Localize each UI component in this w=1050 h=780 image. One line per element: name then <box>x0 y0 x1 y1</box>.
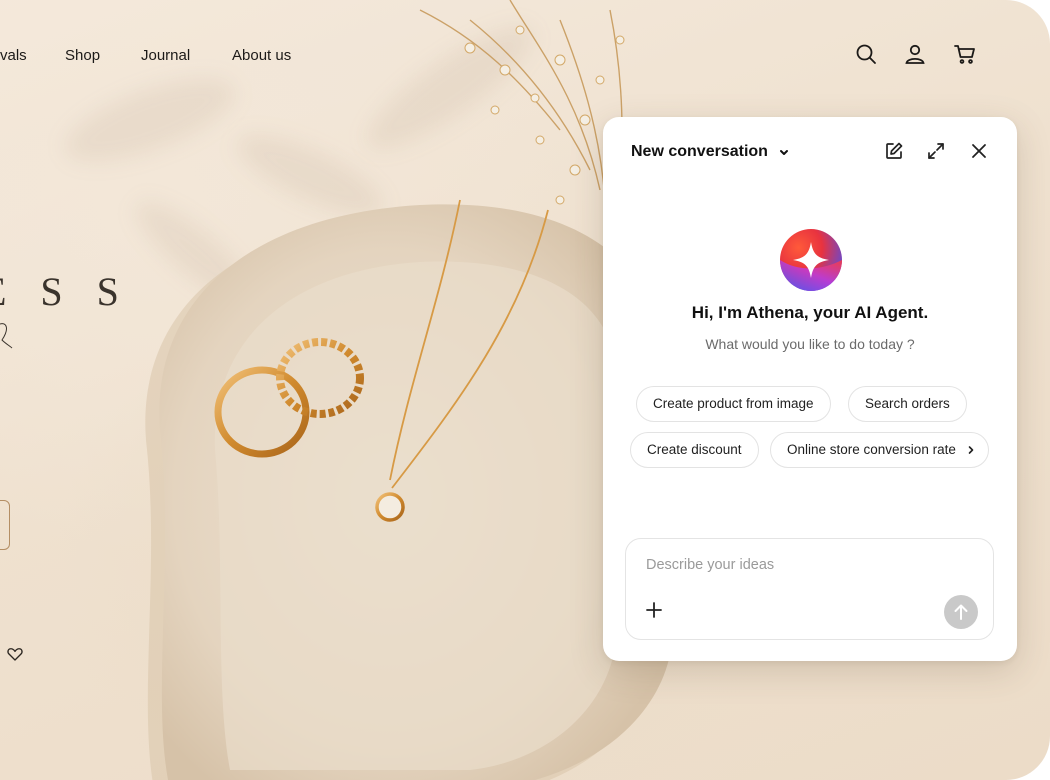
send-button[interactable] <box>944 595 978 629</box>
conversation-title[interactable]: New conversation <box>631 143 768 161</box>
close-icon[interactable] <box>969 141 989 161</box>
flower-buds <box>464 25 625 205</box>
prompt-input[interactable] <box>646 553 966 577</box>
suggestion-label: Create discount <box>647 442 742 457</box>
user-icon[interactable] <box>903 42 927 66</box>
nav-item-shop[interactable]: Shop <box>65 47 100 64</box>
hero-decorative-stroke <box>0 323 13 349</box>
expand-icon[interactable] <box>926 141 946 161</box>
suggestion-create-discount[interactable]: Create discount <box>630 432 759 468</box>
plus-icon[interactable] <box>645 601 663 619</box>
edit-icon[interactable] <box>884 141 904 161</box>
arrow-up-icon <box>954 604 968 620</box>
nav-item-about-us[interactable]: About us <box>232 47 291 64</box>
nav-item-journal[interactable]: Journal <box>141 47 190 64</box>
suggestion-label: Create product from image <box>653 396 814 411</box>
agent-subtitle: What would you like to do today ? <box>705 336 915 352</box>
suggestion-label: Search orders <box>865 396 950 411</box>
suggestion-search-orders[interactable]: Search orders <box>848 386 967 422</box>
nav-item-vals[interactable]: vals <box>0 47 27 64</box>
chevron-right-icon <box>968 446 973 454</box>
hero-cta-button[interactable] <box>0 500 10 550</box>
athena-logo-icon <box>780 229 842 291</box>
heart-icon[interactable] <box>6 645 24 663</box>
hero-heading: E S S <box>0 269 131 314</box>
prompt-composer <box>625 538 994 640</box>
agent-greeting: Hi, I'm Athena, your AI Agent. <box>691 303 929 322</box>
suggestion-label: Online store conversion rate <box>787 442 956 457</box>
ai-chat-panel: New conversation Hi, I'm Athena, your AI… <box>603 117 1017 661</box>
suggestion-online-store-conversion-rate[interactable]: Online store conversion rate <box>770 432 989 468</box>
chevron-down-icon[interactable] <box>777 145 791 159</box>
suggestion-create-product-from-image[interactable]: Create product from image <box>636 386 831 422</box>
search-icon[interactable] <box>854 42 878 66</box>
cart-icon[interactable] <box>953 42 977 66</box>
